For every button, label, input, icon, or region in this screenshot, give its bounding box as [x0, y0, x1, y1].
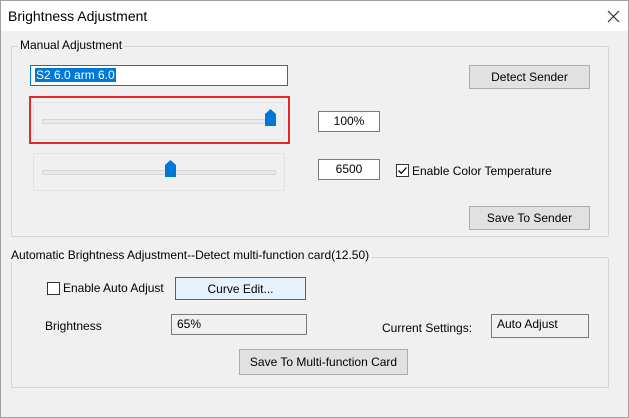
current-settings-label: Current Settings: [382, 321, 473, 335]
save-to-multi-function-card-button[interactable]: Save To Multi-function Card [239, 349, 408, 375]
detect-sender-button[interactable]: Detect Sender [469, 65, 590, 89]
current-settings-value: Auto Adjust [491, 314, 589, 338]
auto-brightness-value: 65% [171, 314, 307, 335]
close-button[interactable] [600, 3, 626, 29]
color-temperature-value-field[interactable]: 6500 [318, 159, 380, 180]
color-temperature-value-text: 6500 [335, 162, 363, 176]
save-to-sender-button[interactable]: Save To Sender [469, 206, 590, 230]
brightness-adjustment-dialog: Brightness Adjustment Manual Adjustment … [0, 0, 629, 418]
window-title: Brightness Adjustment [8, 8, 148, 24]
color-temperature-slider-track [42, 170, 276, 175]
enable-auto-adjust-checkbox[interactable] [47, 282, 60, 295]
close-icon [607, 10, 619, 22]
brightness-value-field[interactable]: 100% [318, 111, 380, 132]
enable-color-temperature-label[interactable]: Enable Color Temperature [412, 164, 552, 178]
sender-name-text: S2 6.0 arm 6.0 [35, 68, 116, 82]
checkmark-icon [398, 167, 407, 175]
manual-adjustment-label: Manual Adjustment [18, 38, 125, 52]
current-settings-value-text: Auto Adjust [497, 317, 558, 331]
title-bar: Brightness Adjustment [1, 1, 628, 31]
brightness-value-text: 100% [333, 114, 365, 128]
auto-brightness-value-text: 65% [177, 317, 202, 331]
auto-brightness-label: Automatic Brightness Adjustment--Detect … [9, 248, 372, 262]
brightness-label: Brightness [45, 319, 102, 333]
brightness-highlight-box [29, 96, 290, 144]
curve-edit-button[interactable]: Curve Edit... [175, 277, 306, 300]
color-temperature-slider[interactable] [33, 153, 285, 191]
enable-auto-adjust-label[interactable]: Enable Auto Adjust [63, 281, 164, 295]
enable-color-temperature-checkbox[interactable] [396, 164, 409, 177]
sender-name-field[interactable]: S2 6.0 arm 6.0 [30, 65, 288, 86]
color-temperature-slider-thumb[interactable] [164, 160, 176, 177]
